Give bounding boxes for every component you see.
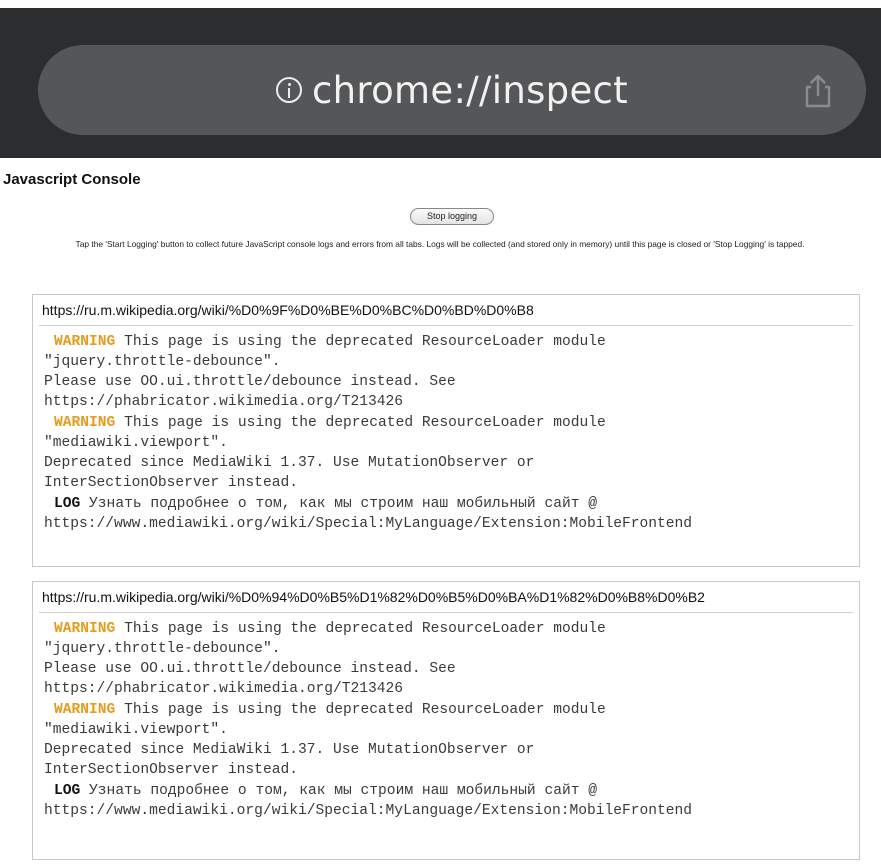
log-message-line: "mediawiki.viewport". <box>44 722 228 738</box>
log-level-label: WARNING <box>54 334 116 350</box>
status-strip <box>0 0 881 8</box>
log-message-line: Deprecated since MediaWiki 1.37. Use Mut… <box>44 455 535 471</box>
log-message-line: "jquery.throttle-debounce". <box>44 354 281 370</box>
log-level-label: WARNING <box>54 702 116 718</box>
log-message: This page is using the deprecated Resour… <box>124 621 606 637</box>
warning-entry: WARNING This page is using the deprecate… <box>44 332 853 412</box>
log-level-label: LOG <box>54 783 81 799</box>
tab-log-box: https://ru.m.wikipedia.org/wiki/%D0%94%D… <box>32 581 860 860</box>
log-message-line: https://www.mediawiki.org/wiki/Special:M… <box>44 516 693 532</box>
entry-first-line: WARNING This page is using the deprecate… <box>44 619 853 639</box>
tab-url: https://ru.m.wikipedia.org/wiki/%D0%94%D… <box>42 589 705 605</box>
log-level-label: LOG <box>54 496 81 512</box>
log-message: This page is using the deprecated Resour… <box>124 334 606 350</box>
warning-entry: WARNING This page is using the deprecate… <box>44 619 853 699</box>
entry-first-line: WARNING This page is using the deprecate… <box>44 332 853 352</box>
log-entry: LOG Узнать подробнее о том, как мы строи… <box>44 494 853 534</box>
address-text[interactable]: chrome://inspect <box>312 69 628 112</box>
page-title: Javascript Console <box>3 171 141 188</box>
divider <box>39 612 853 613</box>
tab-log-box: https://ru.m.wikipedia.org/wiki/%D0%9F%D… <box>32 294 860 567</box>
entry-first-line: WARNING This page is using the deprecate… <box>44 413 853 433</box>
log-entries: WARNING This page is using the deprecate… <box>44 332 853 535</box>
warning-entry: WARNING This page is using the deprecate… <box>44 413 853 493</box>
address-content: chrome://inspect <box>38 45 866 135</box>
log-message-line: InterSectionObserver instead. <box>44 475 298 491</box>
info-icon[interactable] <box>276 77 303 103</box>
log-level-label: WARNING <box>54 621 116 637</box>
log-entries: WARNING This page is using the deprecate… <box>44 619 853 822</box>
log-entry: LOG Узнать подробнее о том, как мы строи… <box>44 781 853 821</box>
log-message-line: Please use OO.ui.throttle/debounce inste… <box>44 374 456 390</box>
log-message-line: https://www.mediawiki.org/wiki/Special:M… <box>44 803 693 819</box>
browser-toolbar: chrome://inspect <box>0 0 881 158</box>
log-message: Узнать подробнее о том, как мы строим на… <box>89 783 597 799</box>
entry-first-line: LOG Узнать подробнее о том, как мы строи… <box>44 781 853 801</box>
entry-first-line: LOG Узнать подробнее о том, как мы строи… <box>44 494 853 514</box>
entry-first-line: WARNING This page is using the deprecate… <box>44 700 853 720</box>
log-message: This page is using the deprecated Resour… <box>124 702 606 718</box>
log-message-line: https://phabricator.wikimedia.org/T21342… <box>44 681 404 697</box>
log-level-label: WARNING <box>54 415 116 431</box>
share-icon[interactable] <box>800 73 836 109</box>
address-bar[interactable]: chrome://inspect <box>38 45 866 135</box>
instructions-text: Tap the 'Start Logging' button to collec… <box>75 239 805 249</box>
log-message-line: "jquery.throttle-debounce". <box>44 641 281 657</box>
divider <box>39 325 853 326</box>
log-message-line: https://phabricator.wikimedia.org/T21342… <box>44 394 404 410</box>
log-message-line: Deprecated since MediaWiki 1.37. Use Mut… <box>44 742 535 758</box>
log-message-line: InterSectionObserver instead. <box>44 762 298 778</box>
log-message-line: Please use OO.ui.throttle/debounce inste… <box>44 661 456 677</box>
log-message: This page is using the deprecated Resour… <box>124 415 606 431</box>
stop-logging-button[interactable]: Stop logging <box>410 208 494 225</box>
tab-url: https://ru.m.wikipedia.org/wiki/%D0%9F%D… <box>42 302 534 318</box>
log-message: Узнать подробнее о том, как мы строим на… <box>89 496 597 512</box>
log-message-line: "mediawiki.viewport". <box>44 435 228 451</box>
warning-entry: WARNING This page is using the deprecate… <box>44 700 853 780</box>
